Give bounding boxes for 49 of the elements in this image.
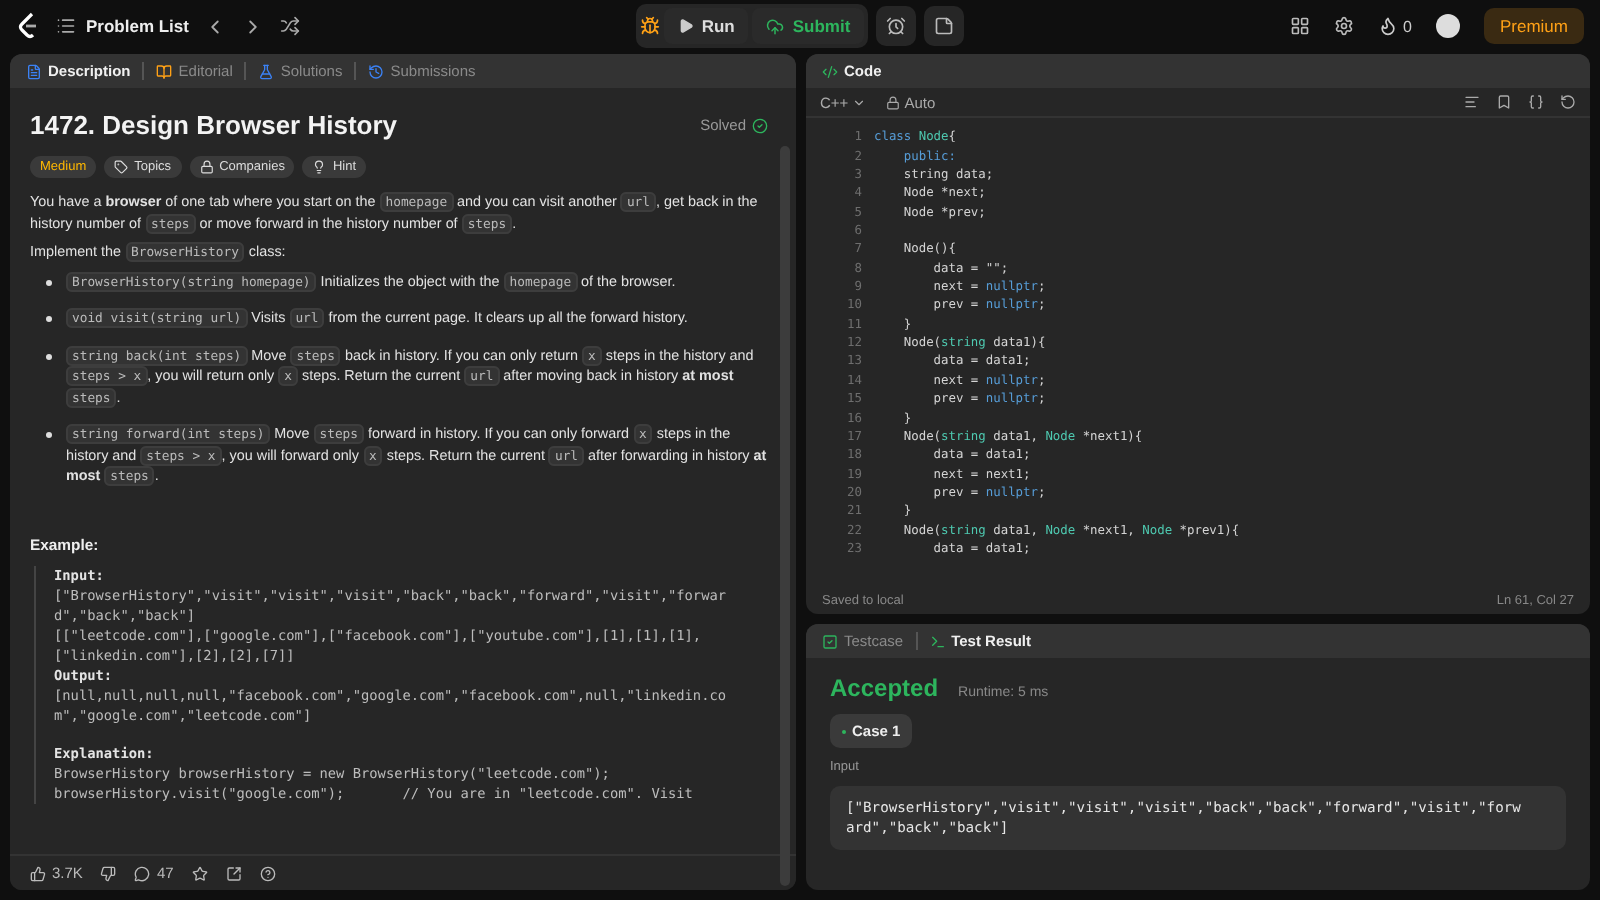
tab-icon bbox=[368, 63, 385, 79]
settings-icon[interactable] bbox=[1333, 16, 1354, 36]
bullet-dot bbox=[46, 353, 52, 359]
tab-icon bbox=[822, 633, 838, 649]
timer-button[interactable] bbox=[876, 6, 917, 46]
bullet-dot bbox=[46, 316, 52, 322]
thumbs-up-icon bbox=[30, 865, 46, 881]
chevron-down-icon bbox=[852, 95, 867, 109]
bug-icon[interactable] bbox=[639, 16, 660, 36]
bullet-dot bbox=[46, 279, 52, 285]
cloud-upload-icon bbox=[766, 17, 785, 35]
dislike-icon[interactable] bbox=[100, 865, 117, 881]
lock-icon bbox=[886, 95, 901, 109]
submit-button[interactable]: Submit bbox=[752, 8, 865, 44]
tab-icon bbox=[929, 633, 946, 649]
problem-list-link[interactable]: Problem List bbox=[56, 16, 189, 36]
star-icon[interactable] bbox=[191, 865, 208, 881]
tag-icon bbox=[199, 160, 214, 174]
format-icon[interactable] bbox=[1464, 94, 1480, 110]
bullet-dot bbox=[46, 432, 52, 438]
premium-button[interactable]: Premium bbox=[1483, 8, 1584, 44]
play-icon bbox=[677, 18, 694, 34]
streak-counter[interactable]: 0 bbox=[1377, 16, 1412, 36]
logo-icon[interactable] bbox=[16, 12, 40, 40]
layout-icon[interactable] bbox=[1289, 16, 1310, 36]
comment-icon bbox=[134, 865, 151, 881]
list-icon bbox=[56, 16, 76, 36]
notes-button[interactable] bbox=[924, 6, 965, 46]
verdict: Accepted bbox=[830, 674, 939, 702]
tag-icon bbox=[312, 160, 327, 174]
braces-icon[interactable] bbox=[1528, 94, 1544, 110]
scrollbar[interactable] bbox=[780, 146, 790, 886]
flame-icon bbox=[1377, 16, 1398, 36]
tab-icon bbox=[156, 63, 173, 79]
avatar[interactable] bbox=[1435, 14, 1460, 38]
problem-title: 1472. Design Browser History bbox=[30, 110, 398, 140]
tab-icon bbox=[26, 63, 42, 79]
share-icon[interactable] bbox=[225, 865, 242, 881]
tag-icon bbox=[114, 160, 129, 174]
code-icon bbox=[822, 63, 838, 79]
run-button[interactable]: Run bbox=[663, 8, 749, 44]
check-icon bbox=[752, 117, 768, 133]
bookmark-icon[interactable] bbox=[1496, 94, 1512, 110]
help-icon[interactable] bbox=[259, 865, 276, 881]
alarm-clock-icon bbox=[886, 16, 907, 36]
note-icon bbox=[934, 16, 955, 36]
tab-icon bbox=[258, 63, 275, 79]
shuffle-icon[interactable] bbox=[280, 16, 301, 36]
reset-icon[interactable] bbox=[1560, 94, 1576, 110]
